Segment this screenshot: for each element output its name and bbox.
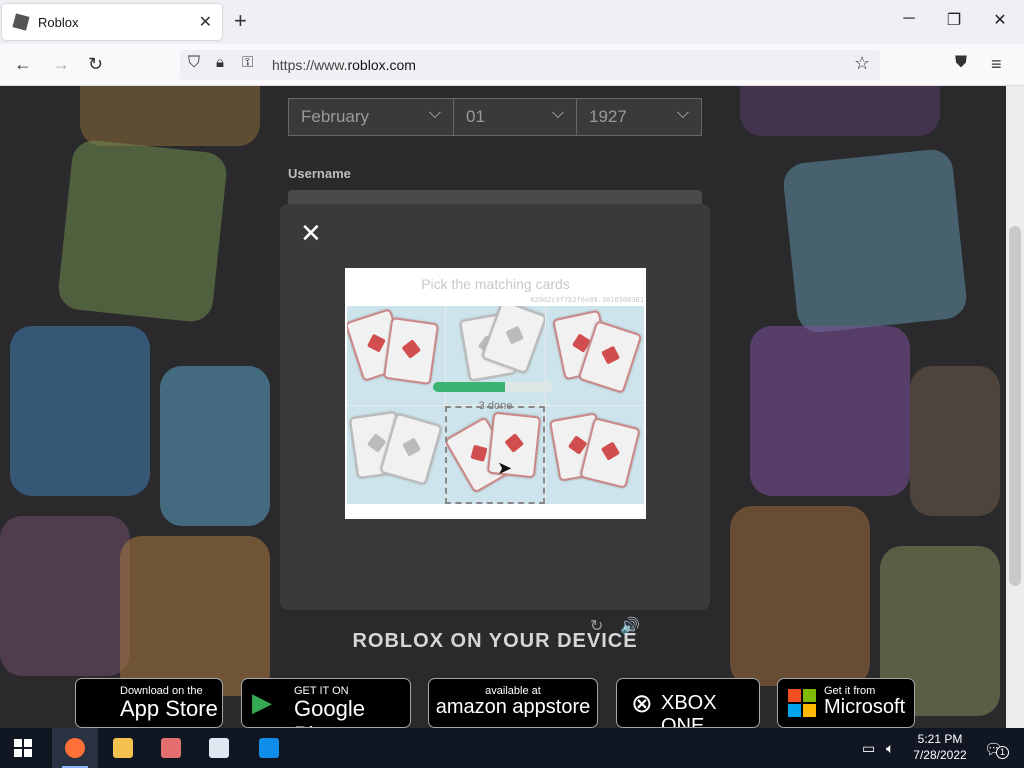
star-icon[interactable]: ☆ <box>854 53 870 74</box>
xbox-one-badge[interactable]: ⊗ XBOX ONE <box>616 678 760 728</box>
captcha-challenge: Pick the matching cards 829d2c3f7b2f6e89… <box>345 268 646 519</box>
minimize-icon[interactable]: ─ <box>899 10 919 28</box>
roblox-favicon-icon <box>12 13 30 31</box>
mouse-cursor-icon: ➤ <box>497 458 513 478</box>
badge-large-text: XBOX ONE <box>661 692 717 728</box>
teamviewer-icon[interactable] <box>246 728 292 768</box>
card-cell-4[interactable] <box>347 405 446 504</box>
lock-icon[interactable]: 🔒︎ <box>216 54 224 71</box>
tab-roblox[interactable]: Roblox ✕ <box>2 4 222 40</box>
badge-large-text: amazon appstore <box>435 696 591 718</box>
url-bar[interactable]: ⛉ 🔒︎ ⚿ https://www.roblox.com ☆ <box>180 50 880 80</box>
selected-cell-outline <box>445 406 545 504</box>
card <box>382 316 440 386</box>
captcha-heading: Pick the matching cards <box>421 276 570 292</box>
notification-count: 1 <box>996 746 1009 759</box>
google-play-icon: ▶ <box>252 687 272 717</box>
system-clock[interactable]: 5:21 PM 7/28/2022 <box>908 731 972 763</box>
paint-icon[interactable] <box>148 728 194 768</box>
chevron-down-icon: ⌵ <box>551 105 564 122</box>
shield-icon[interactable]: ⛉ <box>188 54 200 72</box>
tab-close-icon[interactable]: ✕ <box>199 12 212 32</box>
badge-large-text: App Store <box>120 696 218 721</box>
url-domain: roblox.com <box>347 57 416 73</box>
captcha-modal: ✕ Pick the matching cards 829d2c3f7b2f6e… <box>280 204 710 635</box>
microsoft-badge[interactable]: Get it from Microsoft <box>777 678 915 728</box>
amazon-appstore-badge[interactable]: available at amazon appstore <box>428 678 598 728</box>
chevron-down-icon: ⌵ <box>676 105 689 122</box>
google-play-badge[interactable]: ▶ GET IT ON Google Play <box>241 678 411 728</box>
card-cell-6[interactable] <box>545 405 644 504</box>
game-tile <box>160 366 270 526</box>
card-cell-3[interactable] <box>545 306 644 405</box>
page-scrollbar[interactable] <box>1006 86 1024 728</box>
forward-arrow-icon[interactable]: → <box>52 54 70 75</box>
birthday-year-select[interactable]: 1927 ⌵ <box>576 98 702 136</box>
taskbar: ▭ 🔈︎ 5:21 PM 7/28/2022 💬︎ 1 <box>0 728 1024 768</box>
url-text[interactable]: https://www.roblox.com <box>272 57 416 73</box>
windows-start-icon[interactable] <box>0 728 46 768</box>
birthday-year-value: 1927 <box>589 107 627 126</box>
page-content: February ⌵ 01 ⌵ 1927 ⌵ Username ✕ Pick the … <box>0 86 1006 728</box>
pocket-icon[interactable]: ⛊ <box>955 54 967 72</box>
app-store-badge[interactable]: Download on the App Store <box>75 678 223 728</box>
menu-icon[interactable]: ≡ <box>991 54 1002 75</box>
birthday-day-select[interactable]: 01 ⌵ <box>453 98 577 136</box>
game-tile <box>80 86 260 146</box>
game-tile <box>750 326 910 496</box>
clock-time: 5:21 PM <box>917 732 963 746</box>
url-scheme: https://www. <box>272 57 348 73</box>
game-tile <box>781 147 969 335</box>
scrollbar-thumb[interactable] <box>1009 226 1021 586</box>
chevron-down-icon: ⌵ <box>428 105 441 122</box>
microsoft-logo-icon <box>788 689 816 717</box>
key-icon[interactable]: ⚿ <box>242 54 253 71</box>
file-explorer-icon[interactable] <box>100 728 146 768</box>
card-cell-1[interactable] <box>347 306 446 405</box>
restore-icon[interactable]: ❐ <box>944 10 964 30</box>
network-icon[interactable]: ▭ <box>862 740 875 757</box>
tab-title: Roblox <box>38 14 79 30</box>
volume-icon[interactable]: 🔈︎ <box>886 740 894 757</box>
username-label: Username <box>288 166 351 181</box>
reload-icon[interactable]: ↻ <box>88 54 103 75</box>
birthday-month-value: February <box>301 107 370 126</box>
birthday-month-select[interactable]: February ⌵ <box>288 98 454 136</box>
captcha-code: 829d2c3f7b2f6e89.3016508301 <box>530 296 644 304</box>
game-tile <box>56 138 229 324</box>
game-tile <box>10 326 150 496</box>
game-tile <box>120 536 270 696</box>
badge-large-text: Microsoft <box>824 696 906 718</box>
back-arrow-icon[interactable]: ← <box>14 54 32 75</box>
firefox-icon[interactable] <box>52 728 98 768</box>
clock-date: 7/28/2022 <box>913 748 967 762</box>
progress-bar <box>433 382 553 392</box>
device-section-title: ROBLOX ON YOUR DEVICE <box>352 630 638 652</box>
game-tile <box>910 366 1000 516</box>
close-window-icon[interactable]: ✕ <box>990 10 1010 30</box>
app-window-icon[interactable] <box>196 728 242 768</box>
xbox-icon: ⊗ <box>631 688 653 718</box>
badge-large-text: Google Play <box>294 696 365 727</box>
progress-fill <box>433 382 505 392</box>
birthday-day-value: 01 <box>466 107 485 126</box>
new-tab-icon[interactable]: + <box>234 10 247 32</box>
navigation-bar: ← → ↻ ⛉ 🔒︎ ⚿ https://www.roblox.com ☆ ⛊ … <box>0 44 1024 86</box>
windows-logo-icon <box>14 739 32 757</box>
close-icon[interactable]: ✕ <box>300 220 322 246</box>
tab-bar: Roblox ✕ + ─ ❐ ✕ <box>0 0 1024 44</box>
game-tile <box>740 86 940 136</box>
game-tile <box>730 506 870 686</box>
